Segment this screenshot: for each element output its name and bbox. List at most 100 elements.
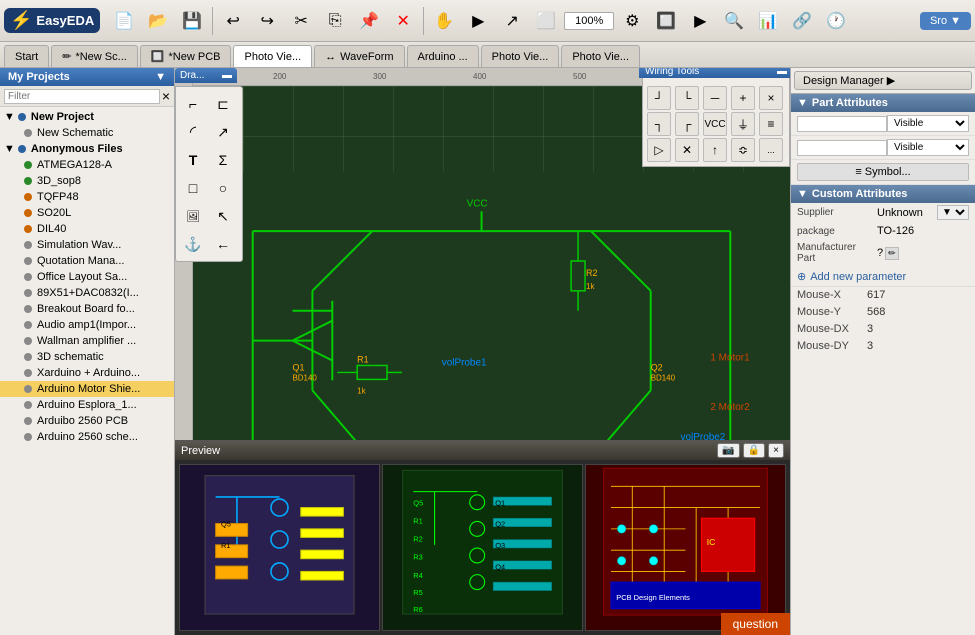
draw-ellipse-btn[interactable]: ○ [210, 175, 236, 201]
draw-arrow-btn[interactable]: ↗ [210, 119, 236, 145]
draw-sigma-btn[interactable]: Σ [210, 147, 236, 173]
sidebar-item-3dschematic[interactable]: 3D schematic [0, 349, 174, 365]
run-button[interactable]: ▶ [462, 5, 494, 37]
supplier-select[interactable]: ▼ [937, 205, 969, 220]
wiring-gnd[interactable]: ⏚ [731, 112, 755, 136]
sidebar-item-arduino-esplora[interactable]: Arduino Esplora_1... [0, 397, 174, 413]
wiring-junction[interactable]: + [731, 86, 755, 110]
tab-photo-vie-3[interactable]: Photo Vie... [561, 45, 640, 67]
sidebar-item-wallman[interactable]: Wallman amplifier ... [0, 333, 174, 349]
preview-camera[interactable]: 📷 [717, 443, 739, 458]
sidebar-item-3dsop8[interactable]: 3D_sop8 [0, 173, 174, 189]
draw-cursor-btn[interactable]: ↖ [210, 203, 236, 229]
sidebar-item-new-project[interactable]: ▼ New Project [0, 109, 174, 125]
tab-photo-vie-2[interactable]: Photo Vie... [481, 45, 560, 67]
paste-button[interactable]: 📌 [353, 5, 385, 37]
wiring-power[interactable]: ↑ [703, 138, 727, 162]
symbol-button[interactable]: ≡ Symbol... [797, 163, 969, 181]
draw-back-btn[interactable]: ← [210, 231, 236, 257]
tab-new-pcb[interactable]: 🔲 *New PCB [140, 45, 232, 67]
draw-rect-btn[interactable]: □ [180, 175, 206, 201]
cut-button[interactable]: ✂ [285, 5, 317, 37]
3dsop8-label: 3D_sop8 [37, 175, 81, 187]
wiring-grid: ┘ └ ─ + × ┐ ┌ VCC ⏚ ≡ ▷ ✕ ↑ ≎ ... [643, 82, 789, 166]
sidebar-item-breakout[interactable]: Breakout Board fo... [0, 301, 174, 317]
undo-button[interactable]: ↩ [217, 5, 249, 37]
sidebar-item-arduino-2560-sche[interactable]: Arduino 2560 sche... [0, 429, 174, 445]
save-button[interactable]: 💾 [176, 5, 208, 37]
wiring-wire-h[interactable]: ─ [703, 86, 727, 110]
component-ref-input[interactable]: Q4 [797, 140, 887, 156]
wiring-corner-lb[interactable]: ┐ [647, 112, 671, 136]
sidebar-item-so20l[interactable]: SO20L [0, 205, 174, 221]
tab-waveform[interactable]: ↔ WaveForm [314, 45, 404, 67]
tab-new-schematic[interactable]: ✏ *New Sc... [51, 45, 138, 67]
sidebar-item-atmega[interactable]: ATMEGA128-A [0, 157, 174, 173]
sidebar-item-arduibo-2560-pcb[interactable]: Arduibo 2560 PCB [0, 413, 174, 429]
new-button[interactable]: 📄 [108, 5, 140, 37]
wiring-net-port[interactable]: ▷ [647, 138, 671, 162]
visibility2-select[interactable]: Visible Hidden [887, 139, 969, 156]
wiring-no-connect[interactable]: ✕ [675, 138, 699, 162]
sidebar-item-tqfp48[interactable]: TQFP48 [0, 189, 174, 205]
wiring-close[interactable]: × [759, 86, 783, 110]
hand-button[interactable]: ✋ [428, 5, 460, 37]
wiring-vcc[interactable]: VCC [703, 112, 727, 136]
svg-text:2 Motor2: 2 Motor2 [710, 402, 750, 413]
sidebar-item-audio[interactable]: Audio amp1(Impor... [0, 317, 174, 333]
canvas-area[interactable]: 200 300 400 500 600 700 00s 009 [175, 68, 790, 635]
draw-text-btn[interactable]: T [180, 147, 206, 173]
history-button[interactable]: 🕐 [820, 5, 852, 37]
filter-close[interactable]: × [162, 88, 170, 104]
filter-input[interactable] [4, 89, 160, 104]
draw-bus-btn[interactable]: ⊏ [210, 91, 236, 117]
settings-button[interactable]: ⚙ [616, 5, 648, 37]
tab-arduino[interactable]: Arduino ... [407, 45, 479, 67]
open-button[interactable]: 📂 [142, 5, 174, 37]
wiring-more1[interactable]: ≡ [759, 112, 783, 136]
component-lib[interactable]: 🔲 [650, 5, 682, 37]
tab-start[interactable]: Start [4, 45, 49, 67]
tab-photo-vie-1[interactable]: Photo Vie... [233, 45, 312, 67]
draw-toolbar-close[interactable]: ▬ [222, 70, 232, 81]
sidebar-item-89x51[interactable]: 89X51+DAC0832(I... [0, 285, 174, 301]
sidebar-item-new-schematic[interactable]: New Schematic [0, 125, 174, 141]
delete-button[interactable]: ✕ [387, 5, 419, 37]
wiring-component2[interactable]: ≎ [731, 138, 755, 162]
redo-button[interactable]: ↪ [251, 5, 283, 37]
new-schematic-label: New Schematic [37, 127, 113, 139]
draw-anchor-btn[interactable]: ⚓ [180, 231, 206, 257]
draw-wire-btn[interactable]: ⌐ [180, 91, 206, 117]
mfr-edit-btn[interactable]: ✏ [885, 247, 899, 260]
zoom-button[interactable]: 🔍 [718, 5, 750, 37]
preview-lock[interactable]: 🔒 [743, 443, 765, 458]
dot-arduino-esplora [24, 401, 32, 409]
route-button[interactable]: ↗ [496, 5, 528, 37]
sidebar-item-quotation[interactable]: Quotation Mana... [0, 253, 174, 269]
wiring-corner-rb[interactable]: ┌ [675, 112, 699, 136]
question-button[interactable]: question [721, 613, 790, 635]
sidebar-item-anonymous[interactable]: ▼ Anonymous Files [0, 141, 174, 157]
sidebar-item-simulation[interactable]: Simulation Wav... [0, 237, 174, 253]
visibility1-select[interactable]: Visible Hidden [887, 115, 969, 132]
add-param-row[interactable]: ⊕ Add new parameter [791, 267, 975, 287]
preview-close[interactable]: × [768, 443, 784, 458]
user-button[interactable]: Sro ▼ [920, 12, 971, 30]
sidebar-item-arduino-motor[interactable]: Arduino Motor Shie... [0, 381, 174, 397]
wiring-tools-close[interactable]: ▬ [777, 68, 787, 77]
share-button[interactable]: 🔗 [786, 5, 818, 37]
wiring-corner-lt[interactable]: ┘ [647, 86, 671, 110]
sidebar-item-xarduino[interactable]: Xarduino + Arduino... [0, 365, 174, 381]
wiring-corner-rt[interactable]: └ [675, 86, 699, 110]
simulate-button[interactable]: ▶ [684, 5, 716, 37]
draw-arc-btn[interactable]: ◜ [180, 119, 206, 145]
copy-button[interactable]: ⎘ [319, 5, 351, 37]
sidebar-item-dil40[interactable]: DIL40 [0, 221, 174, 237]
draw-image-btn[interactable]: 🖼 [180, 203, 206, 229]
zoom-fit[interactable]: ⬜ [530, 5, 562, 37]
sidebar-item-office[interactable]: Office Layout Sa... [0, 269, 174, 285]
component-name-input[interactable]: BD139 [797, 116, 887, 132]
waveform-button[interactable]: 📊 [752, 5, 784, 37]
wiring-more2[interactable]: ... [759, 138, 783, 162]
design-manager-btn[interactable]: Design Manager ▶ [794, 71, 972, 90]
